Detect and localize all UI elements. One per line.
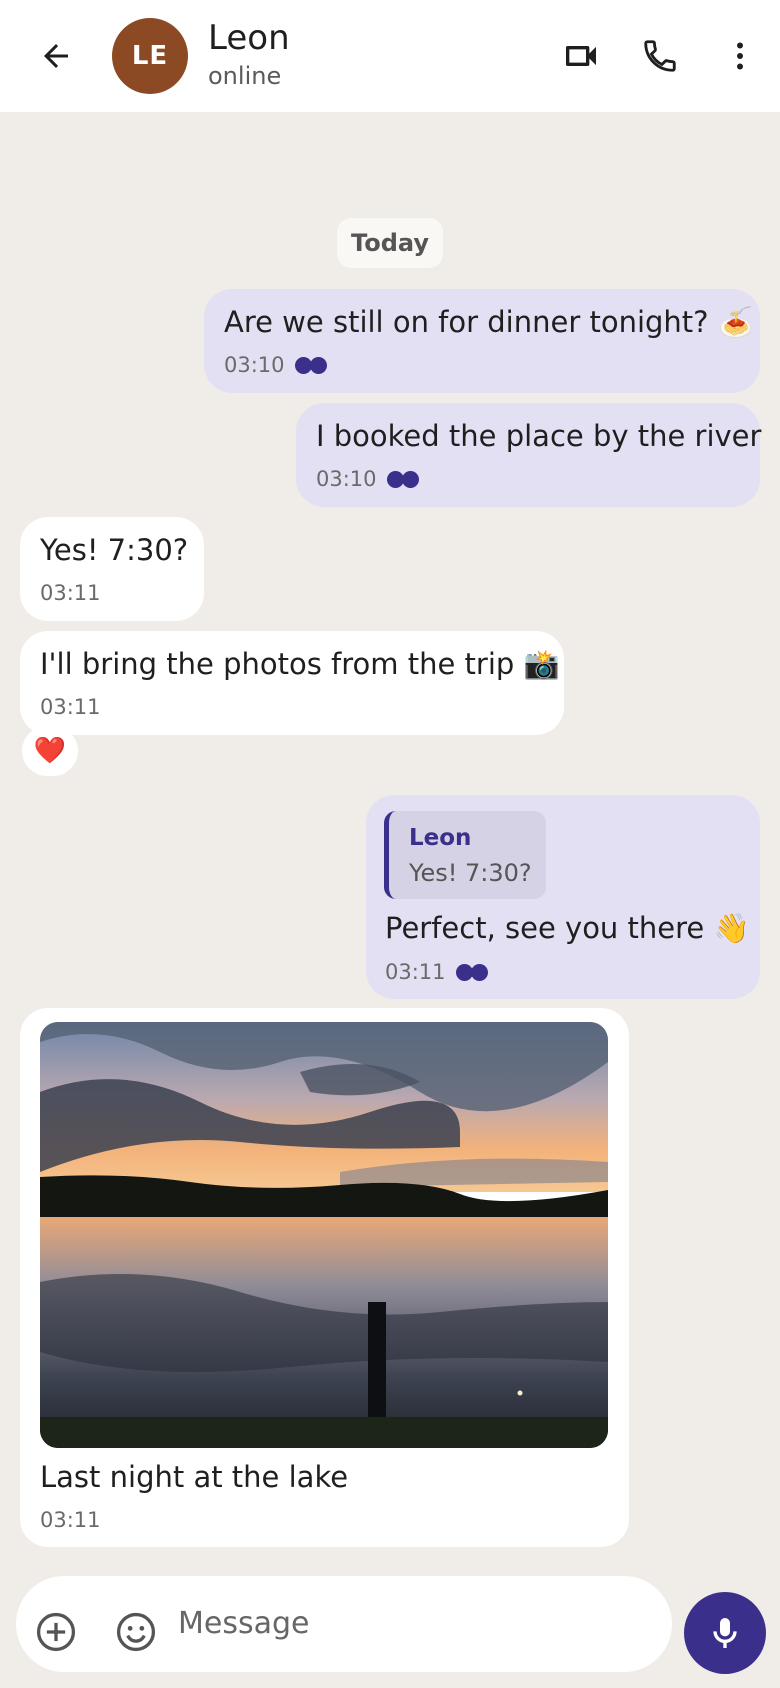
- message-time: 03:10: [316, 467, 377, 491]
- incoming-message[interactable]: I'll bring the photos from the trip 📸 03…: [20, 631, 564, 735]
- reaction-emoji: ❤️: [33, 736, 67, 766]
- more-options-button[interactable]: [718, 20, 762, 92]
- incoming-message[interactable]: Yes! 7:30? 03:11: [20, 517, 204, 621]
- read-receipt-icon: [294, 356, 327, 374]
- message-input[interactable]: [176, 1592, 660, 1654]
- message-time: 03:10: [224, 353, 285, 377]
- photo-caption: Last night at the lake: [40, 1460, 349, 1494]
- outgoing-message[interactable]: I booked the place by the river 03:10: [296, 403, 762, 507]
- avatar[interactable]: LE: [112, 18, 188, 94]
- message-time: 03:11: [40, 581, 101, 605]
- quoted-text: Yes! 7:30?: [409, 859, 532, 887]
- attach-button[interactable]: [32, 1600, 80, 1664]
- emoji-button[interactable]: [112, 1600, 160, 1664]
- quoted-author: Leon: [409, 825, 472, 851]
- quoted-message[interactable]: Leon Yes! 7:30?: [384, 811, 546, 899]
- message-text: I booked the place by the river: [316, 419, 762, 453]
- message-text: Perfect, see you there 👋: [385, 911, 750, 945]
- back-button[interactable]: [26, 20, 86, 92]
- contact-name[interactable]: Leon: [208, 18, 290, 58]
- voice-call-button[interactable]: [632, 20, 688, 92]
- emoji-icon: [116, 1612, 156, 1652]
- video-camera-icon: [566, 46, 596, 66]
- voice-message-button[interactable]: [684, 1592, 766, 1674]
- message-text: I'll bring the photos from the trip 📸: [40, 647, 560, 681]
- message-time: 03:11: [385, 960, 446, 984]
- contact-status: online: [208, 62, 282, 90]
- message-time: 03:11: [40, 695, 101, 719]
- message-text: Are we still on for dinner tonight? 🍝: [224, 305, 754, 339]
- add-circle-icon: [36, 1612, 76, 1652]
- photo-image: [40, 1022, 608, 1448]
- chat-header: LE Leon online: [0, 0, 780, 112]
- read-receipt-icon: [455, 963, 488, 981]
- microphone-icon: [713, 1618, 737, 1648]
- date-separator: Today: [337, 218, 443, 268]
- read-receipt-icon: [386, 470, 419, 488]
- lake-sunset-photo[interactable]: [40, 1022, 608, 1448]
- message-text: Yes! 7:30?: [40, 533, 189, 567]
- message-time: 03:11: [40, 1508, 101, 1532]
- video-call-button[interactable]: [553, 20, 609, 92]
- avatar-initials: LE: [131, 41, 169, 71]
- arrow-left-icon: [44, 44, 68, 68]
- heart-reaction[interactable]: ❤️: [22, 726, 78, 776]
- more-vertical-icon: [737, 42, 743, 70]
- outgoing-message[interactable]: Are we still on for dinner tonight? 🍝 03…: [204, 289, 760, 393]
- phone-icon: [644, 40, 676, 72]
